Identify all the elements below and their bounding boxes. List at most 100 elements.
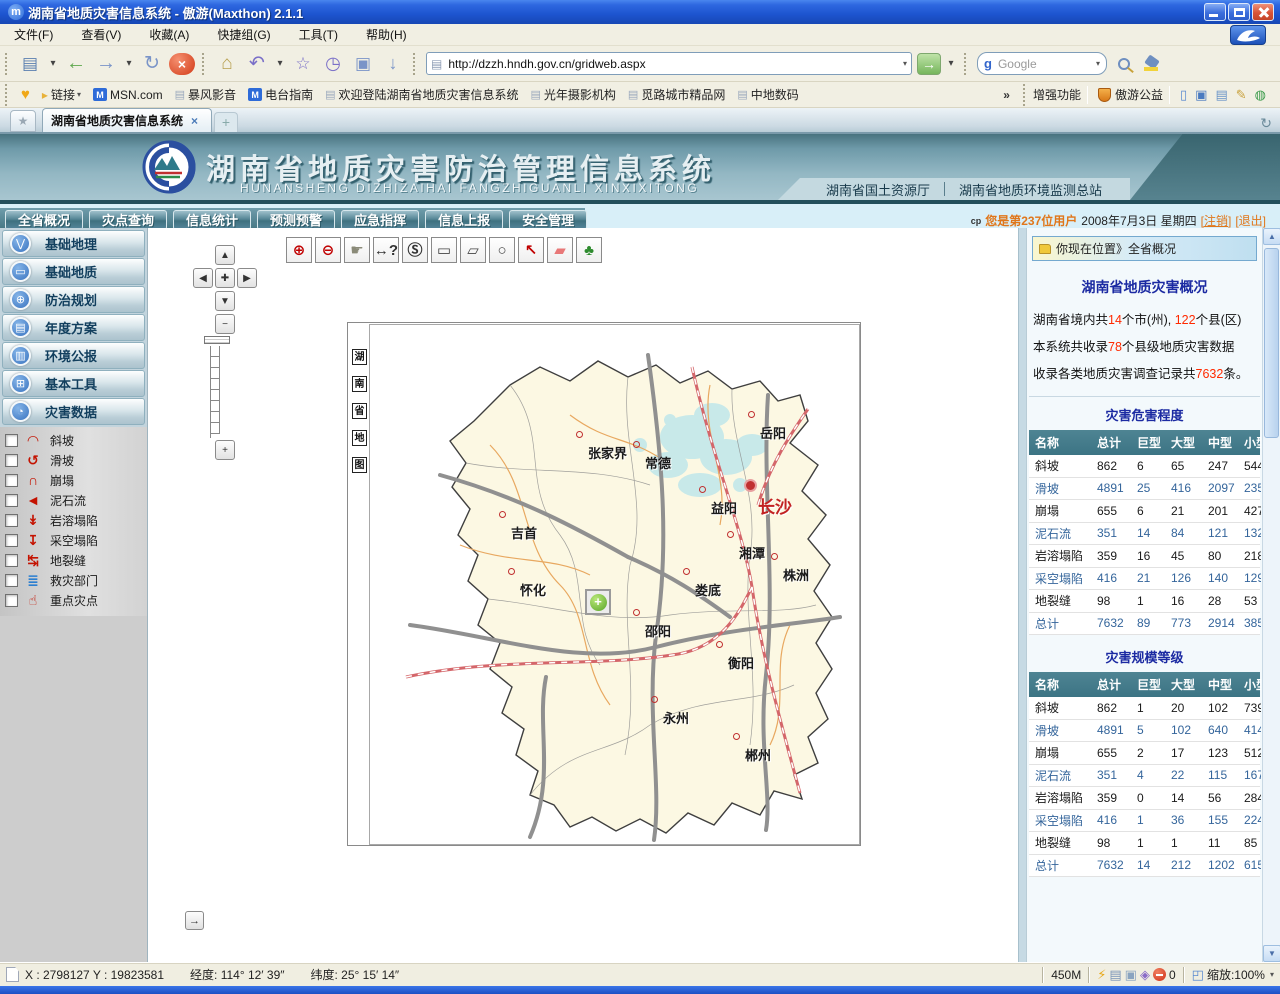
- links-bar-item[interactable]: ▤中地数码: [737, 86, 798, 103]
- point-select-tool[interactable]: ↖: [518, 237, 544, 263]
- panel-scrollbar[interactable]: ▲ ▼: [1262, 228, 1280, 962]
- menu-item[interactable]: 收藏(A): [135, 24, 203, 45]
- links-bar-item[interactable]: ▤光年摄影机构: [531, 86, 616, 103]
- links-bar-item[interactable]: ▤暴风影音: [175, 86, 236, 103]
- layer-checkbox[interactable]: [5, 434, 18, 447]
- layer-checkbox[interactable]: [5, 474, 18, 487]
- forward-button[interactable]: →: [93, 51, 119, 77]
- nav-tab[interactable]: 安全管理: [509, 210, 587, 230]
- stop-button[interactable]: ×: [169, 53, 195, 75]
- highlighter-icon[interactable]: [1144, 57, 1160, 71]
- sidebar-section[interactable]: ▤年度方案: [2, 314, 145, 341]
- search-icon[interactable]: [1118, 58, 1130, 70]
- pan-down-button[interactable]: ▼: [215, 291, 235, 311]
- layer-checkbox[interactable]: [5, 594, 18, 607]
- layer-checkbox[interactable]: [5, 454, 18, 467]
- pen-icon[interactable]: ✎: [1236, 87, 1247, 103]
- scale-tool[interactable]: Ⓢ: [402, 237, 428, 263]
- minimize-button[interactable]: [1204, 3, 1226, 21]
- exit-link[interactable]: [退出]: [1235, 212, 1266, 229]
- back-button[interactable]: ←: [63, 51, 89, 77]
- history-dropdown[interactable]: ▾: [123, 51, 135, 77]
- search-dropdown-icon[interactable]: ▾: [1096, 59, 1100, 68]
- menu-item[interactable]: 快捷组(G): [203, 24, 284, 45]
- circle-select-tool[interactable]: ○: [489, 237, 515, 263]
- sidebar-section[interactable]: ▭基础地质: [2, 258, 145, 285]
- restore-button[interactable]: [1228, 3, 1250, 21]
- menu-item[interactable]: 帮助(H): [352, 24, 421, 45]
- map-zoom-overlay-button[interactable]: +: [585, 589, 611, 615]
- printer-icon[interactable]: ▤: [1109, 967, 1121, 983]
- url-input[interactable]: [446, 56, 901, 72]
- zoom-out-tool[interactable]: ⊖: [315, 237, 341, 263]
- nav-tab[interactable]: 灾点查询: [89, 210, 167, 230]
- pan-left-button[interactable]: ◀: [193, 268, 213, 288]
- favorites-heart-icon[interactable]: ♥: [21, 86, 30, 103]
- overflow-chevron-icon[interactable]: »: [1003, 88, 1010, 102]
- measure-tool[interactable]: ↔?: [373, 237, 399, 263]
- layer-checkbox[interactable]: [5, 554, 18, 567]
- note-icon[interactable]: ▤: [1215, 87, 1227, 103]
- links-bar-item[interactable]: ▸链接▾: [42, 86, 81, 103]
- map-step-right-button[interactable]: →: [185, 911, 204, 930]
- links-bar-item[interactable]: M电台指南: [248, 86, 313, 103]
- maxthon-logo[interactable]: [1230, 25, 1266, 45]
- menu-item[interactable]: 文件(F): [0, 24, 67, 45]
- sidebar-section[interactable]: ⊞基本工具: [2, 370, 145, 397]
- popup-window-icon[interactable]: ▣: [1125, 967, 1137, 983]
- url-dropdown-icon[interactable]: ▾: [903, 59, 907, 68]
- nav-tab[interactable]: 信息统计: [173, 210, 251, 230]
- close-button[interactable]: [1252, 3, 1274, 21]
- tab-active[interactable]: 湖南省地质灾害信息系统 ×: [42, 108, 212, 132]
- new-page-dropdown[interactable]: ▾: [47, 51, 59, 77]
- links-bar-item[interactable]: ▤觅路城市精品网: [628, 86, 725, 103]
- magic-wand-button[interactable]: ☆: [290, 51, 316, 77]
- proxy-icon[interactable]: ▯: [1180, 87, 1187, 103]
- pan-up-button[interactable]: ▲: [215, 245, 235, 265]
- undo-button[interactable]: ↶: [244, 51, 270, 77]
- toolbar-grip[interactable]: [964, 53, 969, 75]
- bureau-link-geo-monitor[interactable]: 湖南省地质环境监测总站: [945, 180, 1116, 199]
- links-bar-item[interactable]: ▤欢迎登陆湖南省地质灾害信息系统: [325, 86, 518, 103]
- links-bar-item[interactable]: MMSN.com: [93, 86, 163, 103]
- scrollbar-thumb[interactable]: [1264, 248, 1279, 438]
- new-page-button[interactable]: ▤: [17, 51, 43, 77]
- scroll-up-icon[interactable]: ▲: [1263, 228, 1280, 245]
- toolbar-grip[interactable]: [5, 84, 10, 106]
- layer-checkbox[interactable]: [5, 534, 18, 547]
- menu-item[interactable]: 查看(V): [67, 24, 135, 45]
- polygon-select-tool[interactable]: ▱: [460, 237, 486, 263]
- zoom-slider-track[interactable]: [210, 346, 223, 438]
- go-button[interactable]: →: [917, 53, 941, 75]
- nav-tab[interactable]: 全省概况: [5, 210, 83, 230]
- boost-icon[interactable]: ⚡: [1097, 967, 1106, 983]
- full-extent-tool[interactable]: ♣: [576, 237, 602, 263]
- nav-tab[interactable]: 应急指挥: [341, 210, 419, 230]
- popup-blocker-icon[interactable]: [1153, 968, 1166, 981]
- go-dropdown[interactable]: ▾: [945, 51, 957, 77]
- sidebar-section[interactable]: ⊕防治规划: [2, 286, 145, 313]
- zoom-out-slider-button[interactable]: −: [215, 314, 235, 334]
- charity-link[interactable]: 傲游公益: [1115, 86, 1163, 103]
- zoom-in-slider-button[interactable]: +: [215, 440, 235, 460]
- resize-icon[interactable]: ◰: [1192, 967, 1204, 983]
- enhance-link[interactable]: 增强功能: [1033, 86, 1081, 103]
- rect-select-tool[interactable]: ▭: [431, 237, 457, 263]
- pan-tool[interactable]: ☛: [344, 237, 370, 263]
- search-input[interactable]: [996, 56, 1094, 72]
- scroll-down-icon[interactable]: ▼: [1263, 945, 1280, 962]
- toolbar-grip[interactable]: [202, 53, 207, 75]
- zoom-dropdown-icon[interactable]: ▾: [1270, 970, 1274, 979]
- toolbar-grip[interactable]: [413, 53, 418, 75]
- sidebar-section[interactable]: ◔灾害数据: [2, 398, 145, 425]
- eraser-tool[interactable]: ▰: [547, 237, 573, 263]
- download-button[interactable]: ↓: [380, 51, 406, 77]
- tab-close-icon[interactable]: ×: [191, 114, 198, 128]
- undo-dropdown[interactable]: ▾: [274, 51, 286, 77]
- refresh-button[interactable]: ↻: [139, 51, 165, 77]
- map-canvas[interactable]: 张家界常德岳阳益阳长沙吉首湘潭株洲怀化娄底邵阳衡阳永州郴州: [369, 324, 860, 845]
- layer-checkbox[interactable]: [5, 574, 18, 587]
- window-icon[interactable]: ▣: [1195, 87, 1207, 103]
- tab-list-refresh-icon[interactable]: ↻: [1260, 115, 1272, 132]
- bureau-link-land-resources[interactable]: 湖南省国土资源厅: [812, 180, 944, 199]
